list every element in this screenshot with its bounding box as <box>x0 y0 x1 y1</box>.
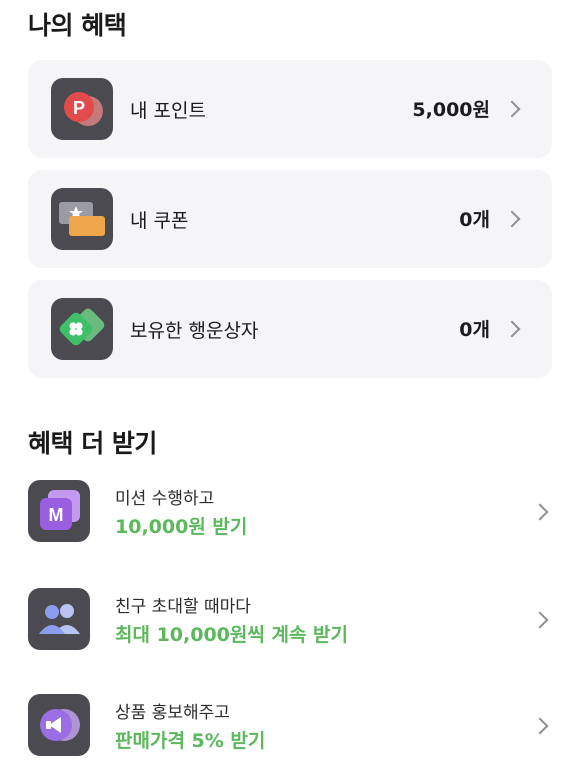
svg-text:M: M <box>49 505 64 525</box>
mission-reward: 10,000원 받기 <box>115 516 248 538</box>
point-icon: P <box>51 78 113 140</box>
promote-megaphone-icon <box>28 694 90 756</box>
chevron-right-icon <box>503 210 521 228</box>
lucky-box-label: 보유한 행운상자 <box>130 320 259 342</box>
my-points-label: 내 포인트 <box>130 100 206 122</box>
svg-text:P: P <box>73 98 85 118</box>
my-coupons-label: 내 쿠폰 <box>130 210 189 232</box>
invite-friends-benefit-item[interactable]: 친구 초대할 때마다 최대 10,000원씩 계속 받기 <box>28 588 552 652</box>
invite-friends-title: 친구 초대할 때마다 <box>115 597 251 617</box>
my-points-card[interactable]: P 내 포인트 5,000원 <box>28 60 552 158</box>
mission-icon: M <box>28 480 90 542</box>
promote-product-title: 상품 홍보해주고 <box>115 703 230 723</box>
chevron-right-icon <box>503 100 521 118</box>
lucky-box-card[interactable]: 보유한 행운상자 0개 <box>28 280 552 378</box>
invite-friends-reward: 최대 10,000원씩 계속 받기 <box>115 624 349 646</box>
my-coupons-card[interactable]: 내 쿠폰 0개 <box>28 170 552 268</box>
lucky-box-icon <box>51 298 113 360</box>
chevron-right-icon <box>531 611 549 629</box>
mission-title: 미션 수행하고 <box>115 489 215 509</box>
my-coupons-value: 0개 <box>459 209 490 231</box>
chevron-right-icon <box>531 503 549 521</box>
section-title-more-benefits: 혜택 더 받기 <box>28 429 157 458</box>
chevron-right-icon <box>531 717 549 735</box>
chevron-right-icon <box>503 320 521 338</box>
section-title-my-benefits: 나의 혜택 <box>28 11 127 40</box>
lucky-box-value: 0개 <box>459 319 490 341</box>
invite-friends-icon <box>28 588 90 650</box>
promote-product-reward: 판매가격 5% 받기 <box>115 730 266 752</box>
promote-product-benefit-item[interactable]: 상품 홍보해주고 판매가격 5% 받기 <box>28 694 552 758</box>
coupon-icon <box>51 188 113 250</box>
mission-benefit-item[interactable]: M 미션 수행하고 10,000원 받기 <box>28 480 552 544</box>
my-points-value: 5,000원 <box>412 99 490 121</box>
